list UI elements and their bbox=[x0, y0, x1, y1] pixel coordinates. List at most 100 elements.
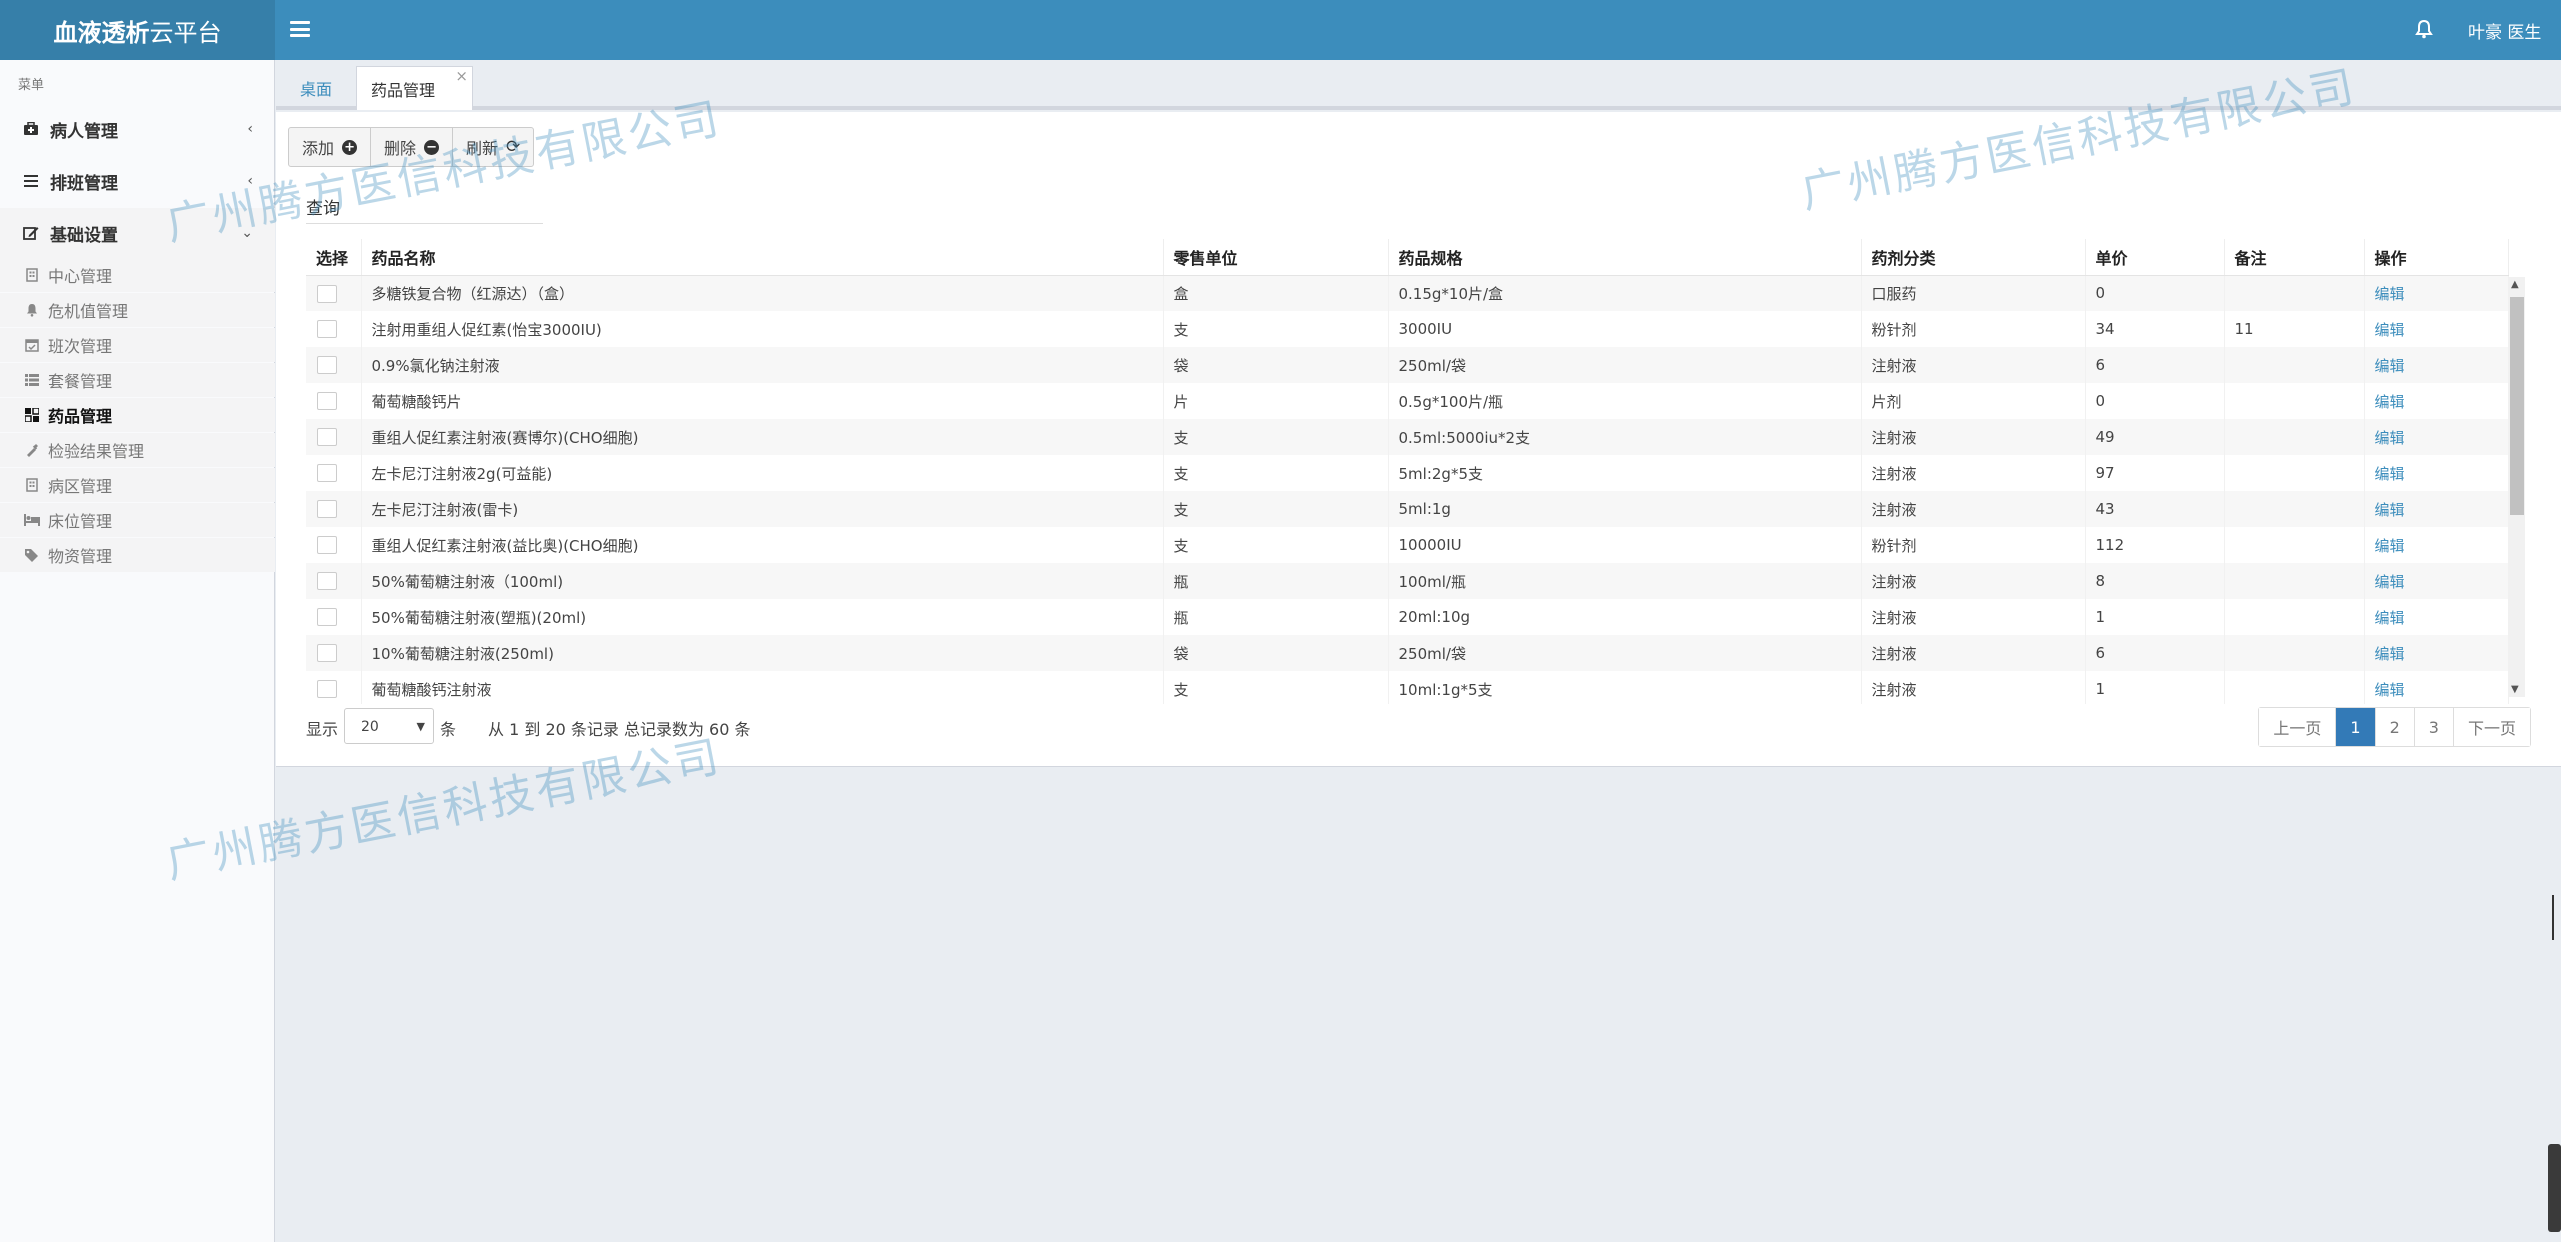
column-header-unit[interactable]: 零售单位 bbox=[1163, 239, 1389, 276]
app-logo[interactable]: 血液透析 云平台 bbox=[0, 0, 275, 60]
edit-link[interactable]: 编辑 bbox=[2375, 645, 2405, 663]
delete-button[interactable]: 删除 − bbox=[371, 128, 454, 166]
page-button-3[interactable]: 3 bbox=[2414, 708, 2454, 746]
column-header-spec[interactable]: 药品规格 bbox=[1388, 239, 1862, 276]
edit-link[interactable]: 编辑 bbox=[2375, 537, 2405, 555]
list-icon bbox=[24, 372, 40, 388]
pagination: 上一页 1 2 3 下一页 bbox=[2258, 707, 2531, 747]
sidebar-item-schedule[interactable]: 排班管理 ‹ bbox=[0, 156, 275, 206]
page-size-select[interactable]: 20 ▼ bbox=[344, 708, 434, 744]
row-checkbox[interactable] bbox=[317, 464, 337, 483]
floating-widget[interactable] bbox=[2548, 1144, 2561, 1232]
minus-circle-icon: − bbox=[424, 139, 440, 155]
price-cell: 6 bbox=[2085, 347, 2225, 383]
tab-home[interactable]: 桌面 bbox=[286, 66, 346, 110]
page-button-2[interactable]: 2 bbox=[2375, 708, 2415, 746]
table-row[interactable]: 重组人促红素注射液(赛博尔)(CHO细胞) 支 0.5ml:5000iu*2支 注射液… bbox=[306, 419, 2509, 455]
page-button-1[interactable]: 1 bbox=[2336, 708, 2376, 746]
remark-cell bbox=[2224, 455, 2365, 491]
refresh-button[interactable]: 刷新 ⟳ bbox=[453, 128, 533, 166]
action-cell: 编辑 bbox=[2364, 383, 2509, 419]
remark-cell bbox=[2224, 491, 2365, 527]
row-checkbox[interactable] bbox=[317, 392, 337, 411]
edit-link[interactable]: 编辑 bbox=[2375, 357, 2405, 375]
sidebar-item-supplies[interactable]: 物资管理 bbox=[0, 538, 275, 572]
sidebar-item-lab-result[interactable]: 检验结果管理 bbox=[0, 433, 275, 467]
dropper-icon bbox=[24, 442, 40, 458]
column-header-name[interactable]: 药品名称 bbox=[361, 239, 1164, 276]
row-checkbox[interactable] bbox=[317, 572, 337, 591]
sidebar-item-bed[interactable]: 床位管理 bbox=[0, 503, 275, 537]
drug-name-cell: 10%葡萄糖注射液(250ml) bbox=[361, 635, 1164, 671]
row-checkbox[interactable] bbox=[317, 428, 337, 447]
spec-cell: 10000IU bbox=[1388, 527, 1862, 563]
column-header-category[interactable]: 药剂分类 bbox=[1861, 239, 2086, 276]
prev-page-button[interactable]: 上一页 bbox=[2259, 708, 2337, 746]
drug-icon bbox=[24, 407, 40, 423]
sidebar-item-drug[interactable]: 药品管理 bbox=[0, 398, 275, 432]
bell-icon[interactable] bbox=[2415, 19, 2437, 41]
action-cell: 编辑 bbox=[2364, 311, 2509, 347]
table-row[interactable]: 注射用重组人促红素(怡宝3000IU) 支 3000IU 粉针剂 34 11 编辑 bbox=[306, 311, 2509, 347]
sidebar-item-critical-value[interactable]: 危机值管理 bbox=[0, 293, 275, 327]
row-checkbox[interactable] bbox=[317, 680, 337, 699]
edit-link[interactable]: 编辑 bbox=[2375, 573, 2405, 591]
sidebar-item-label: 床位管理 bbox=[48, 512, 113, 531]
row-checkbox[interactable] bbox=[317, 356, 337, 375]
column-header-remark[interactable]: 备注 bbox=[2224, 239, 2365, 276]
page-size-value: 20 bbox=[361, 719, 379, 735]
sidebar-item-ward[interactable]: 病区管理 bbox=[0, 468, 275, 502]
column-header-price[interactable]: 单价 bbox=[2085, 239, 2225, 276]
scroll-down-icon[interactable]: ▼ bbox=[2511, 684, 2519, 695]
edit-link[interactable]: 编辑 bbox=[2375, 609, 2405, 627]
edit-link[interactable]: 编辑 bbox=[2375, 393, 2405, 411]
table-row[interactable]: 10%葡萄糖注射液(250ml) 袋 250ml/袋 注射液 6 编辑 bbox=[306, 635, 2509, 671]
edit-link[interactable]: 编辑 bbox=[2375, 465, 2405, 483]
row-checkbox[interactable] bbox=[317, 608, 337, 627]
scrollbar-thumb[interactable] bbox=[2510, 297, 2524, 515]
table-scrollbar[interactable]: ▲ ▼ bbox=[2508, 277, 2525, 697]
query-field[interactable]: 查询 bbox=[306, 190, 543, 224]
table-row[interactable]: 葡萄糖酸钙片片 0.5g*100片/瓶 片剂 0 编辑 bbox=[306, 383, 2509, 419]
table-row[interactable]: 左卡尼汀注射液(雷卡) 支 5ml:1g 注射液 43 编辑 bbox=[306, 491, 2509, 527]
edit-link[interactable]: 编辑 bbox=[2375, 681, 2405, 699]
add-button[interactable]: 添加 + bbox=[289, 128, 372, 166]
row-checkbox[interactable] bbox=[317, 536, 337, 555]
user-menu[interactable]: 叶豪 医生 bbox=[2468, 18, 2541, 43]
edit-link[interactable]: 编辑 bbox=[2375, 321, 2405, 339]
sidebar-item-label: 危机值管理 bbox=[48, 302, 129, 321]
sidebar-item-center[interactable]: 中心管理 bbox=[0, 258, 275, 292]
edit-link[interactable]: 编辑 bbox=[2375, 429, 2405, 447]
edit-link[interactable]: 编辑 bbox=[2375, 501, 2405, 519]
table-row[interactable]: 多糖铁复合物（红源达）（盒）盒 0.15g*10片/盒 口服药 0 编辑 bbox=[306, 275, 2509, 311]
row-checkbox[interactable] bbox=[317, 320, 337, 339]
table-row[interactable]: 左卡尼汀注射液2g(可益能) 支 5ml:2g*5支 注射液 97 编辑 bbox=[306, 455, 2509, 491]
tab-drug-management[interactable]: 药品管理 × bbox=[356, 66, 473, 110]
bell-icon bbox=[24, 302, 40, 318]
scroll-up-icon[interactable]: ▲ bbox=[2511, 279, 2519, 290]
sidebar-item-label: 病人管理 bbox=[50, 121, 118, 142]
remark-cell bbox=[2224, 563, 2365, 599]
table-row[interactable]: 葡萄糖酸钙注射液支 10ml:1g*5支 注射液 1 编辑 bbox=[306, 671, 2509, 704]
row-checkbox[interactable] bbox=[317, 644, 337, 663]
sidebar-item-patient[interactable]: 病人管理 ‹ bbox=[0, 104, 275, 154]
table-row[interactable]: 50%葡萄糖注射液（100ml) 瓶 100ml/瓶 注射液 8 编辑 bbox=[306, 563, 2509, 599]
sidebar-item-basic-settings[interactable]: 基础设置 ⌄ bbox=[0, 208, 275, 258]
sidebar-toggle-button[interactable] bbox=[290, 18, 310, 40]
table-row[interactable]: 50%葡萄糖注射液(塑瓶)(20ml) 瓶 20ml:10g 注射液 1 编辑 bbox=[306, 599, 2509, 635]
sidebar-item-package[interactable]: 套餐管理 bbox=[0, 363, 275, 397]
row-checkbox[interactable] bbox=[317, 284, 337, 303]
edit-icon bbox=[22, 224, 40, 242]
action-cell: 编辑 bbox=[2364, 635, 2509, 671]
row-checkbox[interactable] bbox=[317, 500, 337, 519]
calendar-icon bbox=[24, 337, 40, 353]
edit-link[interactable]: 编辑 bbox=[2375, 285, 2405, 303]
remark-cell bbox=[2224, 347, 2365, 383]
table-row[interactable]: 重组人促红素注射液(益比奥)(CHO细胞) 支 10000IU 粉针剂 112 编辑 bbox=[306, 527, 2509, 563]
close-icon[interactable]: × bbox=[455, 67, 468, 85]
table-row[interactable]: 0.9%氯化钠注射液袋 250ml/袋 注射液 6 编辑 bbox=[306, 347, 2509, 383]
next-page-button[interactable]: 下一页 bbox=[2453, 708, 2530, 746]
retail-unit-cell: 瓶 bbox=[1163, 563, 1389, 599]
retail-unit-cell: 支 bbox=[1163, 491, 1389, 527]
sidebar-item-shift[interactable]: 班次管理 bbox=[0, 328, 275, 362]
